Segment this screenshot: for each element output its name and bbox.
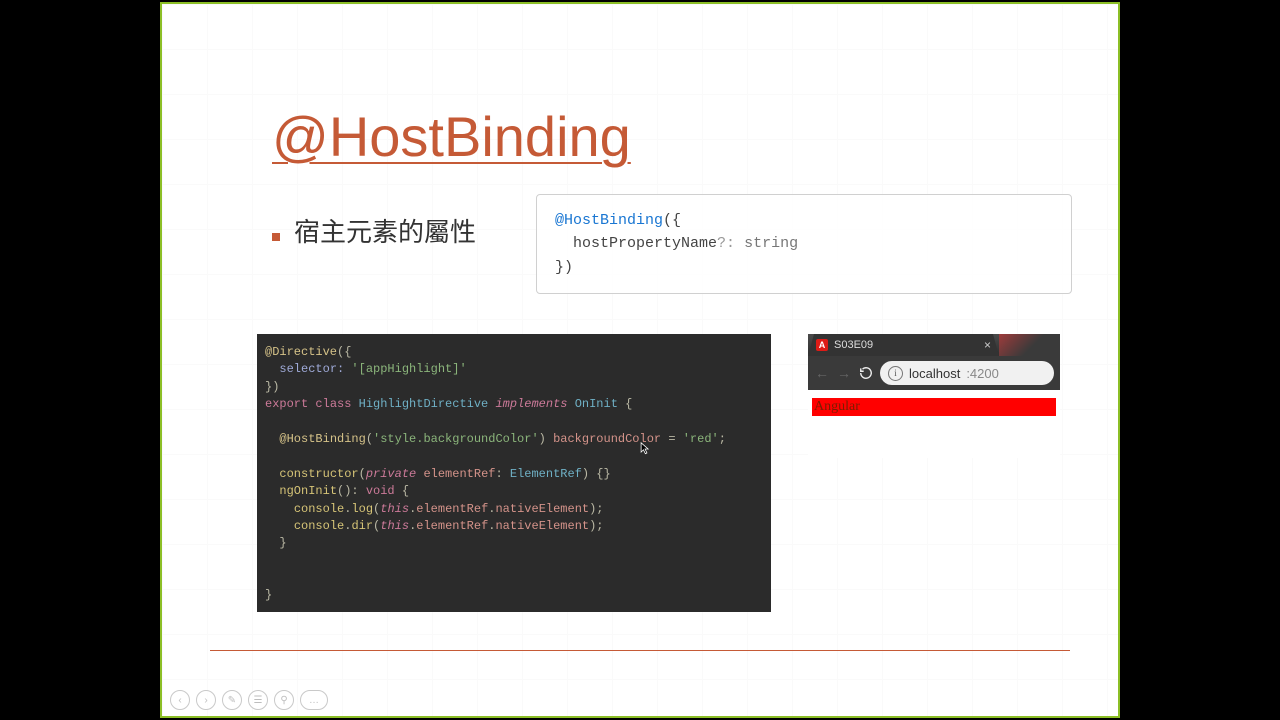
tok: backgroundColor xyxy=(553,432,661,446)
back-icon[interactable]: ← xyxy=(814,365,830,381)
tabbar-gradient xyxy=(999,334,1060,356)
tab-close-icon[interactable]: × xyxy=(984,338,991,352)
tok: @Directive xyxy=(265,345,337,359)
tok: console xyxy=(294,519,344,533)
tok: }) xyxy=(265,380,279,394)
tok: 'style.backgroundColor' xyxy=(373,432,539,446)
sig-decorator: @HostBinding xyxy=(555,212,663,229)
tok: console xyxy=(294,502,344,516)
prev-slide-button[interactable]: ‹ xyxy=(170,690,190,710)
browser-tabbar: A S03E09 × xyxy=(808,334,1060,356)
sig-open: ({ xyxy=(663,212,681,229)
browser-mock: A S03E09 × ← → i localhost :4200 xyxy=(808,334,1060,458)
zoom-button[interactable]: ⚲ xyxy=(274,690,294,710)
tok: { xyxy=(625,397,632,411)
tok: dir xyxy=(351,519,373,533)
tok: @HostBinding xyxy=(279,432,365,446)
bullet-row: 宿主元素的屬性 xyxy=(272,212,476,249)
bullet-icon xyxy=(272,233,280,241)
tab-title: S03E09 xyxy=(834,339,873,351)
tok: log xyxy=(351,502,373,516)
pen-button[interactable]: ✎ xyxy=(222,690,242,710)
tok: HighlightDirective xyxy=(359,397,489,411)
tok: nativeElement xyxy=(495,502,589,516)
tok: export xyxy=(265,397,308,411)
tok: elementRef xyxy=(416,519,488,533)
tok: ngOnInit xyxy=(279,484,337,498)
tok: {} xyxy=(596,467,610,481)
tok: elementRef xyxy=(423,467,495,481)
tok: { xyxy=(402,484,409,498)
tok: } xyxy=(279,536,286,550)
sig-param-type: string xyxy=(744,235,798,252)
tok: this xyxy=(380,502,409,516)
caption-button[interactable]: ☰ xyxy=(248,690,268,710)
url-port: :4200 xyxy=(966,366,999,381)
bullet-text: 宿主元素的屬性 xyxy=(294,212,476,249)
browser-toolbar: ← → i localhost :4200 xyxy=(808,356,1060,390)
info-icon[interactable]: i xyxy=(888,366,903,381)
tok: } xyxy=(265,588,272,602)
tok: constructor xyxy=(279,467,358,481)
reload-icon[interactable] xyxy=(858,365,874,381)
url-host: localhost xyxy=(909,366,960,381)
next-slide-button[interactable]: › xyxy=(196,690,216,710)
tok: 'red' xyxy=(683,432,719,446)
tok: this xyxy=(380,519,409,533)
stage: @HostBinding 宿主元素的屬性 @HostBinding({ host… xyxy=(0,0,1280,720)
footer-divider xyxy=(210,650,1070,651)
code-editor: @Directive({ selector: '[appHighlight]' … xyxy=(257,334,771,612)
more-button[interactable]: … xyxy=(300,690,328,710)
forward-icon[interactable]: → xyxy=(836,365,852,381)
browser-tab[interactable]: A S03E09 × xyxy=(808,334,999,356)
angular-favicon-icon: A xyxy=(816,339,828,351)
tok: class xyxy=(315,397,351,411)
tok: private xyxy=(366,467,416,481)
tok: '[appHighlight]' xyxy=(351,362,466,376)
address-bar[interactable]: i localhost :4200 xyxy=(880,361,1054,385)
highlighted-element: Angular xyxy=(812,398,1056,416)
sig-opt-marker: ?: xyxy=(717,235,735,252)
sig-close: }) xyxy=(555,259,573,276)
tok: selector: xyxy=(279,362,344,376)
signature-box: @HostBinding({ hostPropertyName?: string… xyxy=(536,194,1072,294)
tok: ElementRef xyxy=(510,467,582,481)
slide: @HostBinding 宿主元素的屬性 @HostBinding({ host… xyxy=(160,2,1120,718)
sig-param-name: hostPropertyName xyxy=(573,235,717,252)
tok: nativeElement xyxy=(495,519,589,533)
tok: void xyxy=(366,484,395,498)
tok: elementRef xyxy=(416,502,488,516)
tok: ({ xyxy=(337,345,351,359)
tok: = xyxy=(668,432,675,446)
slide-title-link[interactable]: @HostBinding xyxy=(272,104,631,169)
browser-viewport: Angular xyxy=(808,390,1060,458)
tok: OnInit xyxy=(575,397,618,411)
tok: implements xyxy=(495,397,567,411)
tok: ; xyxy=(719,432,726,446)
presenter-controls: ‹ › ✎ ☰ ⚲ … xyxy=(170,690,328,710)
